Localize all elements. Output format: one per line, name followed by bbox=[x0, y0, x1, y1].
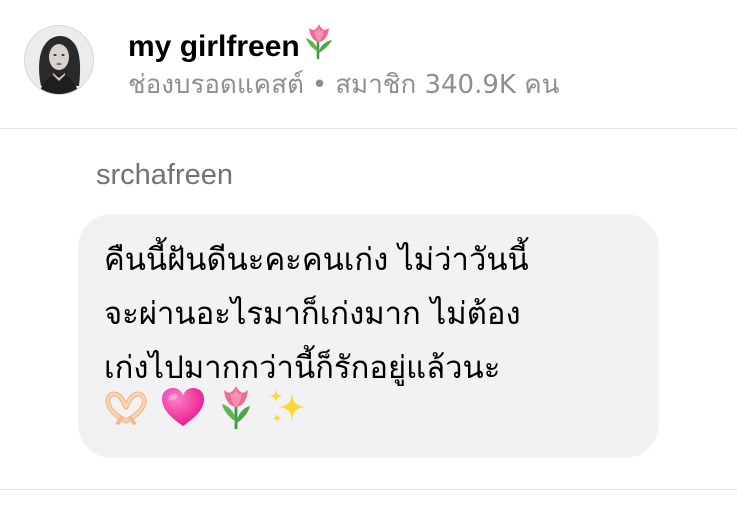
message-line-2: จะผ่านอะไรมาก็เก่งมาก ไม่ต้อง bbox=[104, 296, 521, 332]
channel-header[interactable]: my girlfreen ช่องบรอดแคสต์ • สมาชิก 340.9K… bbox=[0, 0, 737, 128]
tulip-icon bbox=[218, 384, 254, 430]
header-divider bbox=[0, 128, 737, 129]
sparkles-icon bbox=[266, 385, 310, 429]
channel-avatar[interactable] bbox=[24, 25, 94, 95]
message-line-1: คืนนี้ฝันดีนะคะคนเก่ง ไม่ว่าวันนี้ bbox=[104, 242, 529, 278]
pink-heart-icon bbox=[160, 386, 206, 428]
emoji-row bbox=[104, 382, 310, 432]
channel-name: my girlfreen bbox=[128, 29, 300, 63]
meta-separator: • bbox=[311, 70, 328, 100]
channel-meta: ช่องบรอดแคสต์ • สมาชิก 340.9K คน bbox=[128, 66, 559, 104]
bottom-divider bbox=[0, 489, 737, 490]
message-bubble[interactable]: คืนนี้ฝันดีนะคะคนเก่ง ไม่ว่าวันนี้ จะผ่า… bbox=[78, 214, 659, 458]
channel-type: ช่องบรอดแคสต์ bbox=[128, 70, 304, 100]
tulip-icon bbox=[302, 22, 336, 71]
channel-title[interactable]: my girlfreen bbox=[128, 22, 336, 71]
sender-name[interactable]: srchafreen bbox=[96, 156, 233, 194]
member-count: สมาชิก 340.9K คน bbox=[335, 70, 560, 100]
heart-hands-icon bbox=[104, 387, 148, 427]
